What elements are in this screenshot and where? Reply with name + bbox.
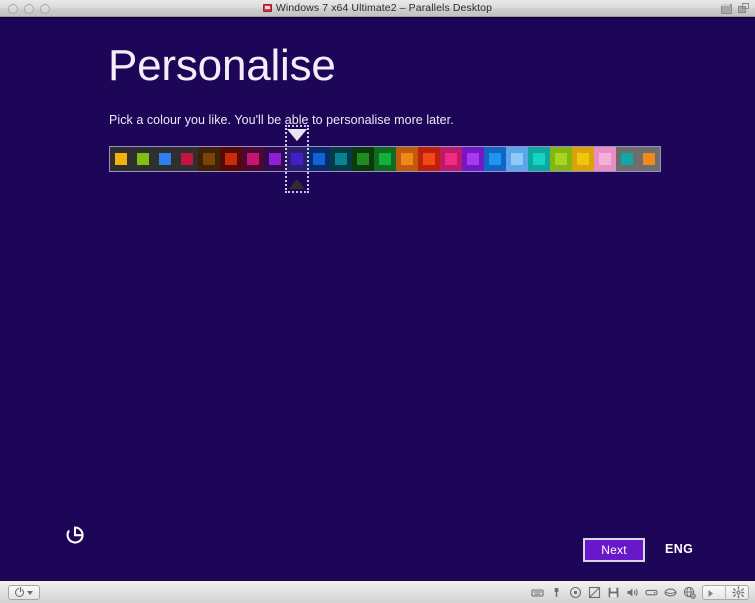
parallels-statusbar [0, 580, 755, 603]
hard-disk-icon[interactable] [645, 586, 658, 599]
colour-chip [247, 153, 259, 165]
colour-swatch-strip[interactable] [109, 146, 661, 172]
colour-swatch-violet[interactable] [264, 147, 286, 171]
selection-arrow-down-icon [285, 127, 309, 144]
globe-icon[interactable] [683, 586, 696, 599]
window-title: Windows 7 x64 Ultimate2 – Parallels Desk… [275, 2, 493, 14]
colour-chip [269, 153, 281, 165]
colour-chip [401, 153, 413, 165]
colour-chip [621, 153, 633, 165]
colour-swatch-azure[interactable] [154, 147, 176, 171]
window-titlebar: Windows 7 x64 Ultimate2 – Parallels Desk… [0, 0, 755, 17]
colour-chip [423, 153, 435, 165]
colour-chip [225, 153, 237, 165]
colour-swatch-dark-brown[interactable] [198, 147, 220, 171]
colour-swatch-ocean-blue[interactable] [308, 147, 330, 171]
colour-swatch-indigo-selected[interactable] [286, 147, 308, 171]
statusbar-device-icons [531, 585, 749, 600]
colour-chip [181, 153, 193, 165]
divider [725, 586, 726, 599]
colour-swatch-gold[interactable] [572, 147, 594, 171]
colour-chip [159, 153, 171, 165]
ease-of-access-icon[interactable] [62, 522, 88, 548]
colour-chip [467, 153, 479, 165]
titlebar-right-icons [720, 3, 749, 14]
colour-chip [643, 153, 655, 165]
colour-chip [599, 153, 611, 165]
play-icon[interactable] [706, 586, 719, 599]
shared-folder-icon[interactable] [664, 586, 677, 599]
colour-chip [511, 153, 523, 165]
colour-chip [555, 153, 567, 165]
colour-swatch-orange-burnt[interactable] [396, 147, 418, 171]
sound-icon[interactable] [626, 586, 639, 599]
colour-swatch-purple[interactable] [462, 147, 484, 171]
colour-swatch-magenta[interactable] [242, 147, 264, 171]
colour-chip [203, 153, 215, 165]
colour-swatch-grey-orange[interactable] [638, 147, 660, 171]
parallels-window-icon [262, 4, 272, 12]
colour-chip [577, 153, 589, 165]
chevron-down-icon [27, 590, 33, 595]
network-icon[interactable] [588, 586, 601, 599]
colour-chip [335, 153, 347, 165]
colour-swatch-crimson[interactable] [176, 147, 198, 171]
colour-chip [137, 153, 149, 165]
colour-swatch-pink-deep[interactable] [440, 147, 462, 171]
colour-swatch-yellow-green[interactable] [550, 147, 572, 171]
cd-dvd-icon[interactable] [569, 586, 582, 599]
colour-chip [379, 153, 391, 165]
fullscreen-icon[interactable] [738, 3, 749, 13]
colour-chip [357, 153, 369, 165]
colour-swatch-forest-green[interactable] [352, 147, 374, 171]
colour-swatch-teal-dark[interactable] [330, 147, 352, 171]
power-menu-button[interactable] [8, 585, 40, 600]
colour-chip [533, 153, 545, 165]
next-button[interactable]: Next [583, 538, 645, 562]
window-title-wrap: Windows 7 x64 Ultimate2 – Parallels Desk… [0, 2, 755, 14]
power-icon [15, 587, 24, 597]
ime-language-indicator[interactable]: ENG [665, 542, 693, 556]
colour-swatch-blue[interactable] [484, 147, 506, 171]
colour-swatch-grey-teal[interactable] [616, 147, 638, 171]
screen-top-edge [0, 17, 755, 19]
colour-swatch-green[interactable] [374, 147, 396, 171]
statusbar-action-group [702, 585, 749, 600]
colour-chip [489, 153, 501, 165]
colour-chip [291, 153, 303, 165]
keyboard-icon[interactable] [531, 586, 544, 599]
page-subtitle: Pick a colour you like. You'll be able t… [109, 113, 454, 127]
colour-chip [313, 153, 325, 165]
colour-chip [115, 153, 127, 165]
colour-swatch-red[interactable] [418, 147, 440, 171]
gear-icon[interactable] [732, 586, 745, 599]
floppy-icon[interactable] [607, 586, 620, 599]
colour-swatch-light-blue[interactable] [506, 147, 528, 171]
colour-swatch-dark-red[interactable] [220, 147, 242, 171]
colour-swatch-amber[interactable] [110, 147, 132, 171]
usb-icon[interactable] [550, 586, 563, 599]
colour-swatch-turquoise[interactable] [528, 147, 550, 171]
colour-swatch-lime[interactable] [132, 147, 154, 171]
windows-oobe-screen: Personalise Pick a colour you like. You'… [0, 17, 755, 580]
colour-swatch-pink-light[interactable] [594, 147, 616, 171]
page-title: Personalise [108, 41, 336, 90]
window-restore-icon[interactable] [720, 3, 732, 14]
colour-chip [445, 153, 457, 165]
parallels-window: Windows 7 x64 Ultimate2 – Parallels Desk… [0, 0, 755, 603]
selection-arrow-up-icon [285, 166, 309, 192]
